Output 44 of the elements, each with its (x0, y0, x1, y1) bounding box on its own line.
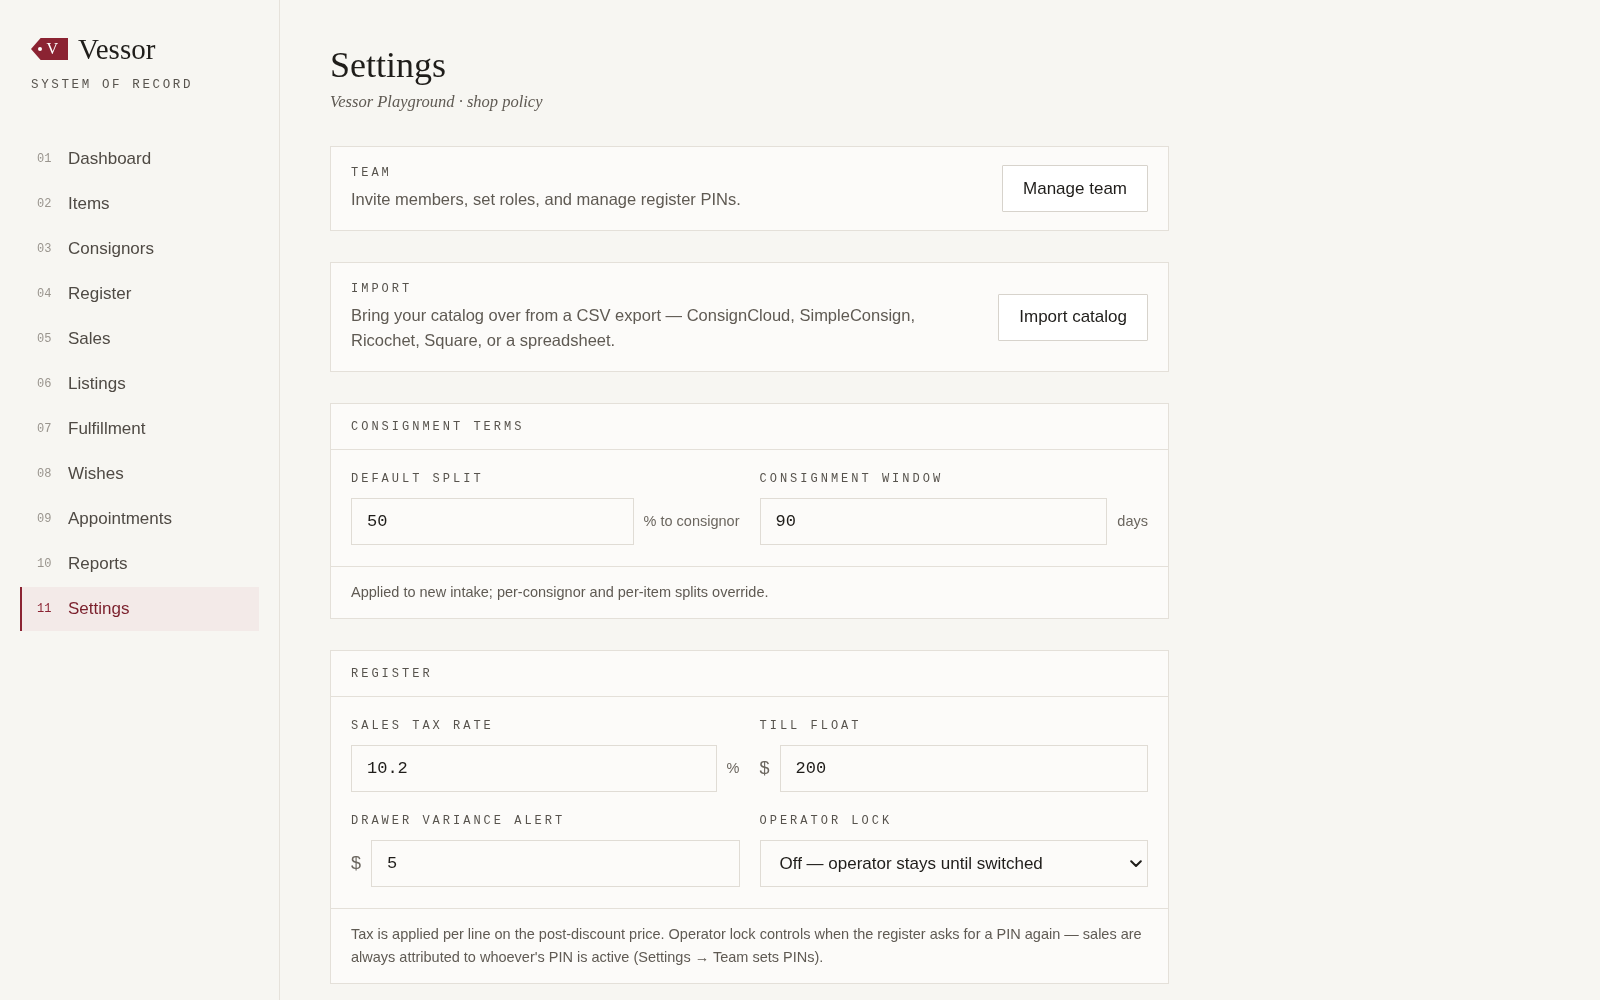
field-label: OPERATOR LOCK (759, 814, 894, 828)
currency-symbol: $ (351, 852, 361, 875)
section-title: CONSIGNMENT TERMS (351, 419, 526, 435)
nav-item[interactable]: 09 Appointments (20, 497, 259, 541)
chevron-down-icon (1130, 860, 1142, 868)
input-field[interactable]: 10.2 (351, 745, 717, 792)
page-title: Settings (330, 44, 447, 87)
page-subtitle: Vessor Playground · shop policy (330, 91, 544, 113)
input-field[interactable]: 90 (759, 498, 1108, 545)
field-label: TILL FLOAT (759, 719, 863, 733)
dropdown-select[interactable]: Off — operator stays until switched (759, 840, 1148, 887)
nav-item[interactable]: 02 Items (20, 182, 259, 226)
unit-label: days (1117, 511, 1148, 531)
action-button[interactable]: Import catalog (998, 293, 1148, 341)
input-field[interactable]: 5 (371, 840, 740, 887)
section-note: Tax is applied per line on the post-discount price. Operator lock controls when the register asks for a PIN again — sales are always attributed to whoever's PIN is active (Settings → Team sets PINs). (331, 908, 1168, 983)
nav-item[interactable]: 07 Fulfillment (20, 407, 259, 451)
nav-item[interactable]: 05 Sales (20, 317, 259, 361)
section-title: REGISTER (351, 666, 434, 682)
input-field[interactable]: 50 (351, 498, 634, 545)
nav-item[interactable]: 08 Wishes (20, 452, 259, 496)
section-title: TEAM (351, 165, 393, 181)
field-label: DRAWER VARIANCE ALERT (351, 814, 567, 828)
nav-item[interactable]: 06 Listings (20, 362, 259, 406)
unit-label: % to consignor (643, 511, 740, 531)
nav-item[interactable]: 04 Register (20, 272, 259, 316)
field-label: DEFAULT SPLIT (351, 472, 485, 486)
currency-symbol: $ (759, 757, 770, 780)
nav-item[interactable]: 01 Dashboard (20, 137, 259, 181)
section-note: Applied to new intake; per-consignor and per-item splits override. (331, 566, 1168, 618)
brand-name: Vessor (78, 32, 156, 66)
section-description: Invite members, set roles, and manage register PINs. (351, 189, 741, 210)
action-button[interactable]: Manage team (1002, 165, 1148, 212)
unit-label: % (726, 758, 740, 778)
section-title: IMPORT (351, 281, 414, 297)
nav-item[interactable]: 11 Settings (20, 587, 259, 631)
nav-item[interactable]: 03 Consignors (20, 227, 259, 271)
field-label: SALES TAX RATE (351, 719, 495, 733)
input-field[interactable]: 200 (779, 745, 1148, 792)
logo-mark: V (31, 38, 68, 60)
field-label: CONSIGNMENT WINDOW (759, 472, 945, 486)
section-description: Bring your catalog over from a CSV export — ConsignCloud, SimpleConsign, Ricochet, Square, or a spreadsheet. (351, 305, 916, 351)
brand-tagline: SYSTEM OF RECORD (30, 77, 195, 94)
nav-item[interactable]: 10 Reports (20, 542, 259, 586)
